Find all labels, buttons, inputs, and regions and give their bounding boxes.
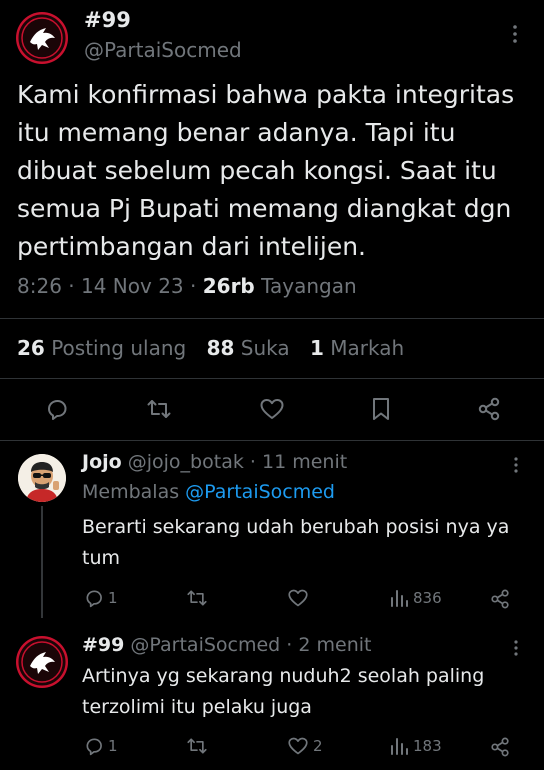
tweet-date[interactable]: 14 Nov 23 [81, 274, 184, 298]
reply-icon[interactable] [42, 394, 72, 424]
share-icon [491, 589, 509, 609]
retweets-stat[interactable]: 26 Posting ulang [17, 336, 186, 360]
like-icon [288, 589, 308, 607]
more-icon[interactable] [512, 639, 520, 660]
more-icon[interactable] [512, 456, 520, 477]
reply-header: #99 @PartaiSocmed · 2 menit [82, 634, 372, 656]
reply-time[interactable]: 2 menit [298, 634, 371, 656]
views-button[interactable]: 836 [389, 588, 442, 608]
engagement-stats: 26 Posting ulang 88 Suka 1 Markah [17, 336, 404, 360]
views-label: Tayangan [261, 274, 357, 298]
reply-avatar[interactable] [18, 454, 66, 502]
like-icon[interactable] [257, 394, 287, 424]
retweet-icon[interactable] [144, 394, 174, 424]
more-icon[interactable] [510, 24, 520, 47]
main-handle[interactable]: @PartaiSocmed [84, 38, 242, 62]
reply-button[interactable]: 1 [84, 736, 118, 756]
reply-icon [86, 738, 102, 756]
main-tweet-text: Kami konfirmasi bahwa pakta integritas i… [17, 80, 515, 261]
share-button[interactable] [489, 588, 511, 610]
divider [0, 318, 544, 319]
views-icon [391, 738, 408, 755]
tweet-meta: 8:26 · 14 Nov 23 · 26rb Tayangan [17, 274, 357, 298]
likes-stat[interactable]: 88 Suka [207, 336, 290, 360]
main-avatar[interactable] [16, 12, 68, 64]
divider [0, 378, 544, 379]
bookmark-icon[interactable] [366, 394, 396, 424]
share-button[interactable] [489, 736, 511, 758]
reply-display-name[interactable]: #99 [82, 634, 124, 656]
reply-handle[interactable]: @PartaiSocmed [130, 634, 280, 656]
bookmarks-stat[interactable]: 1 Markah [310, 336, 404, 360]
replying-to: Membalas @PartaiSocmed [82, 481, 335, 503]
party-logo-icon [16, 12, 68, 64]
retweet-button[interactable] [186, 588, 212, 608]
views-button[interactable]: 183 [389, 736, 442, 756]
replying-to-link[interactable]: @PartaiSocmed [185, 481, 335, 503]
like-button[interactable] [287, 588, 313, 608]
reply-avatar[interactable] [16, 636, 68, 688]
views-count: 26rb [202, 274, 255, 298]
reply-button[interactable]: 1 [84, 588, 118, 608]
reply-text: Berarti sekarang udah berubah posisi nya… [82, 516, 510, 569]
retweet-icon [187, 590, 207, 606]
like-icon [288, 737, 308, 755]
main-display-name[interactable]: #99 [84, 8, 131, 32]
reply-icon [86, 590, 102, 608]
thread-connector [41, 506, 43, 618]
reply-header: Jojo @jojo_botak · 11 menit [82, 451, 348, 473]
divider [0, 440, 544, 441]
like-button[interactable]: 2 [287, 736, 323, 756]
retweet-icon [187, 738, 207, 754]
share-icon[interactable] [474, 394, 504, 424]
reply-text: Artinya yg sekarang nuduh2 seolah paling… [82, 665, 485, 718]
reply-display-name[interactable]: Jojo [82, 451, 122, 473]
reply-time[interactable]: 11 menit [262, 451, 347, 473]
views-icon [391, 590, 408, 607]
retweet-button[interactable] [186, 736, 212, 756]
party-logo-icon [16, 636, 68, 688]
tweet-time[interactable]: 8:26 [17, 274, 62, 298]
share-icon [491, 737, 509, 757]
reply-handle[interactable]: @jojo_botak [128, 451, 244, 473]
avatar-cartoon-icon [18, 454, 66, 502]
